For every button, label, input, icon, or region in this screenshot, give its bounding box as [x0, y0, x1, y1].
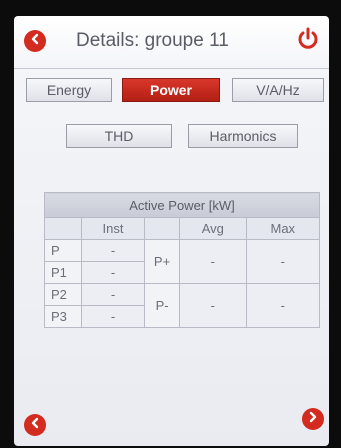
back-button[interactable] [24, 30, 46, 52]
header-inst: Inst [80, 217, 146, 240]
prev-page-button[interactable] [24, 414, 46, 436]
page-title: Details: groupe 11 [76, 30, 229, 51]
max-value: - [245, 283, 321, 328]
header-empty [44, 217, 82, 240]
avg-value: - [179, 239, 247, 284]
tab-thd[interactable]: THD [66, 124, 172, 148]
row-label: P2 [44, 283, 82, 306]
power-icon [295, 27, 321, 56]
group-label: P- [144, 283, 181, 328]
table-header-row: Inst Avg Max [44, 217, 321, 240]
inst-value: - [80, 261, 146, 284]
tab-energy-label: Energy [46, 82, 92, 98]
table-caption: Active Power [kW] [44, 192, 320, 218]
tab-harmonics-label: Harmonics [209, 128, 277, 144]
row-label: P1 [44, 261, 82, 284]
power-button[interactable] [295, 26, 321, 52]
chevron-left-icon [29, 32, 41, 50]
max-value: - [245, 239, 321, 284]
tab-vahz[interactable]: V/A/Hz [232, 78, 324, 102]
tab-power-label: Power [149, 82, 192, 98]
chevron-right-icon [307, 410, 319, 428]
header-max: Max [245, 217, 321, 240]
header-empty-2 [144, 217, 181, 240]
row-label: P [44, 239, 82, 262]
chevron-left-icon [29, 416, 41, 434]
tab-harmonics[interactable]: Harmonics [188, 124, 298, 148]
tab-power[interactable]: Power [122, 78, 220, 102]
active-power-table: Active Power [kW] Inst Avg Max P - P+ - … [44, 192, 321, 328]
header-avg: Avg [179, 217, 247, 240]
tab-vahz-label: V/A/Hz [256, 82, 300, 98]
row-label: P3 [44, 305, 82, 328]
table-row: P - P+ - - [44, 239, 321, 284]
table-row: P2 - P- - - [44, 283, 321, 328]
inst-value: - [80, 283, 146, 306]
tab-energy[interactable]: Energy [26, 78, 112, 102]
tab-thd-label: THD [104, 128, 134, 144]
inst-value: - [80, 239, 146, 262]
header: Details: groupe 11 [14, 16, 329, 64]
group-label: P+ [144, 239, 181, 284]
inst-value: - [80, 305, 146, 328]
next-page-button[interactable] [302, 408, 324, 430]
device-screen: Details: groupe 11 Energy Power V/A/Hz T… [14, 16, 329, 446]
avg-value: - [179, 283, 247, 328]
header-divider [14, 68, 329, 69]
